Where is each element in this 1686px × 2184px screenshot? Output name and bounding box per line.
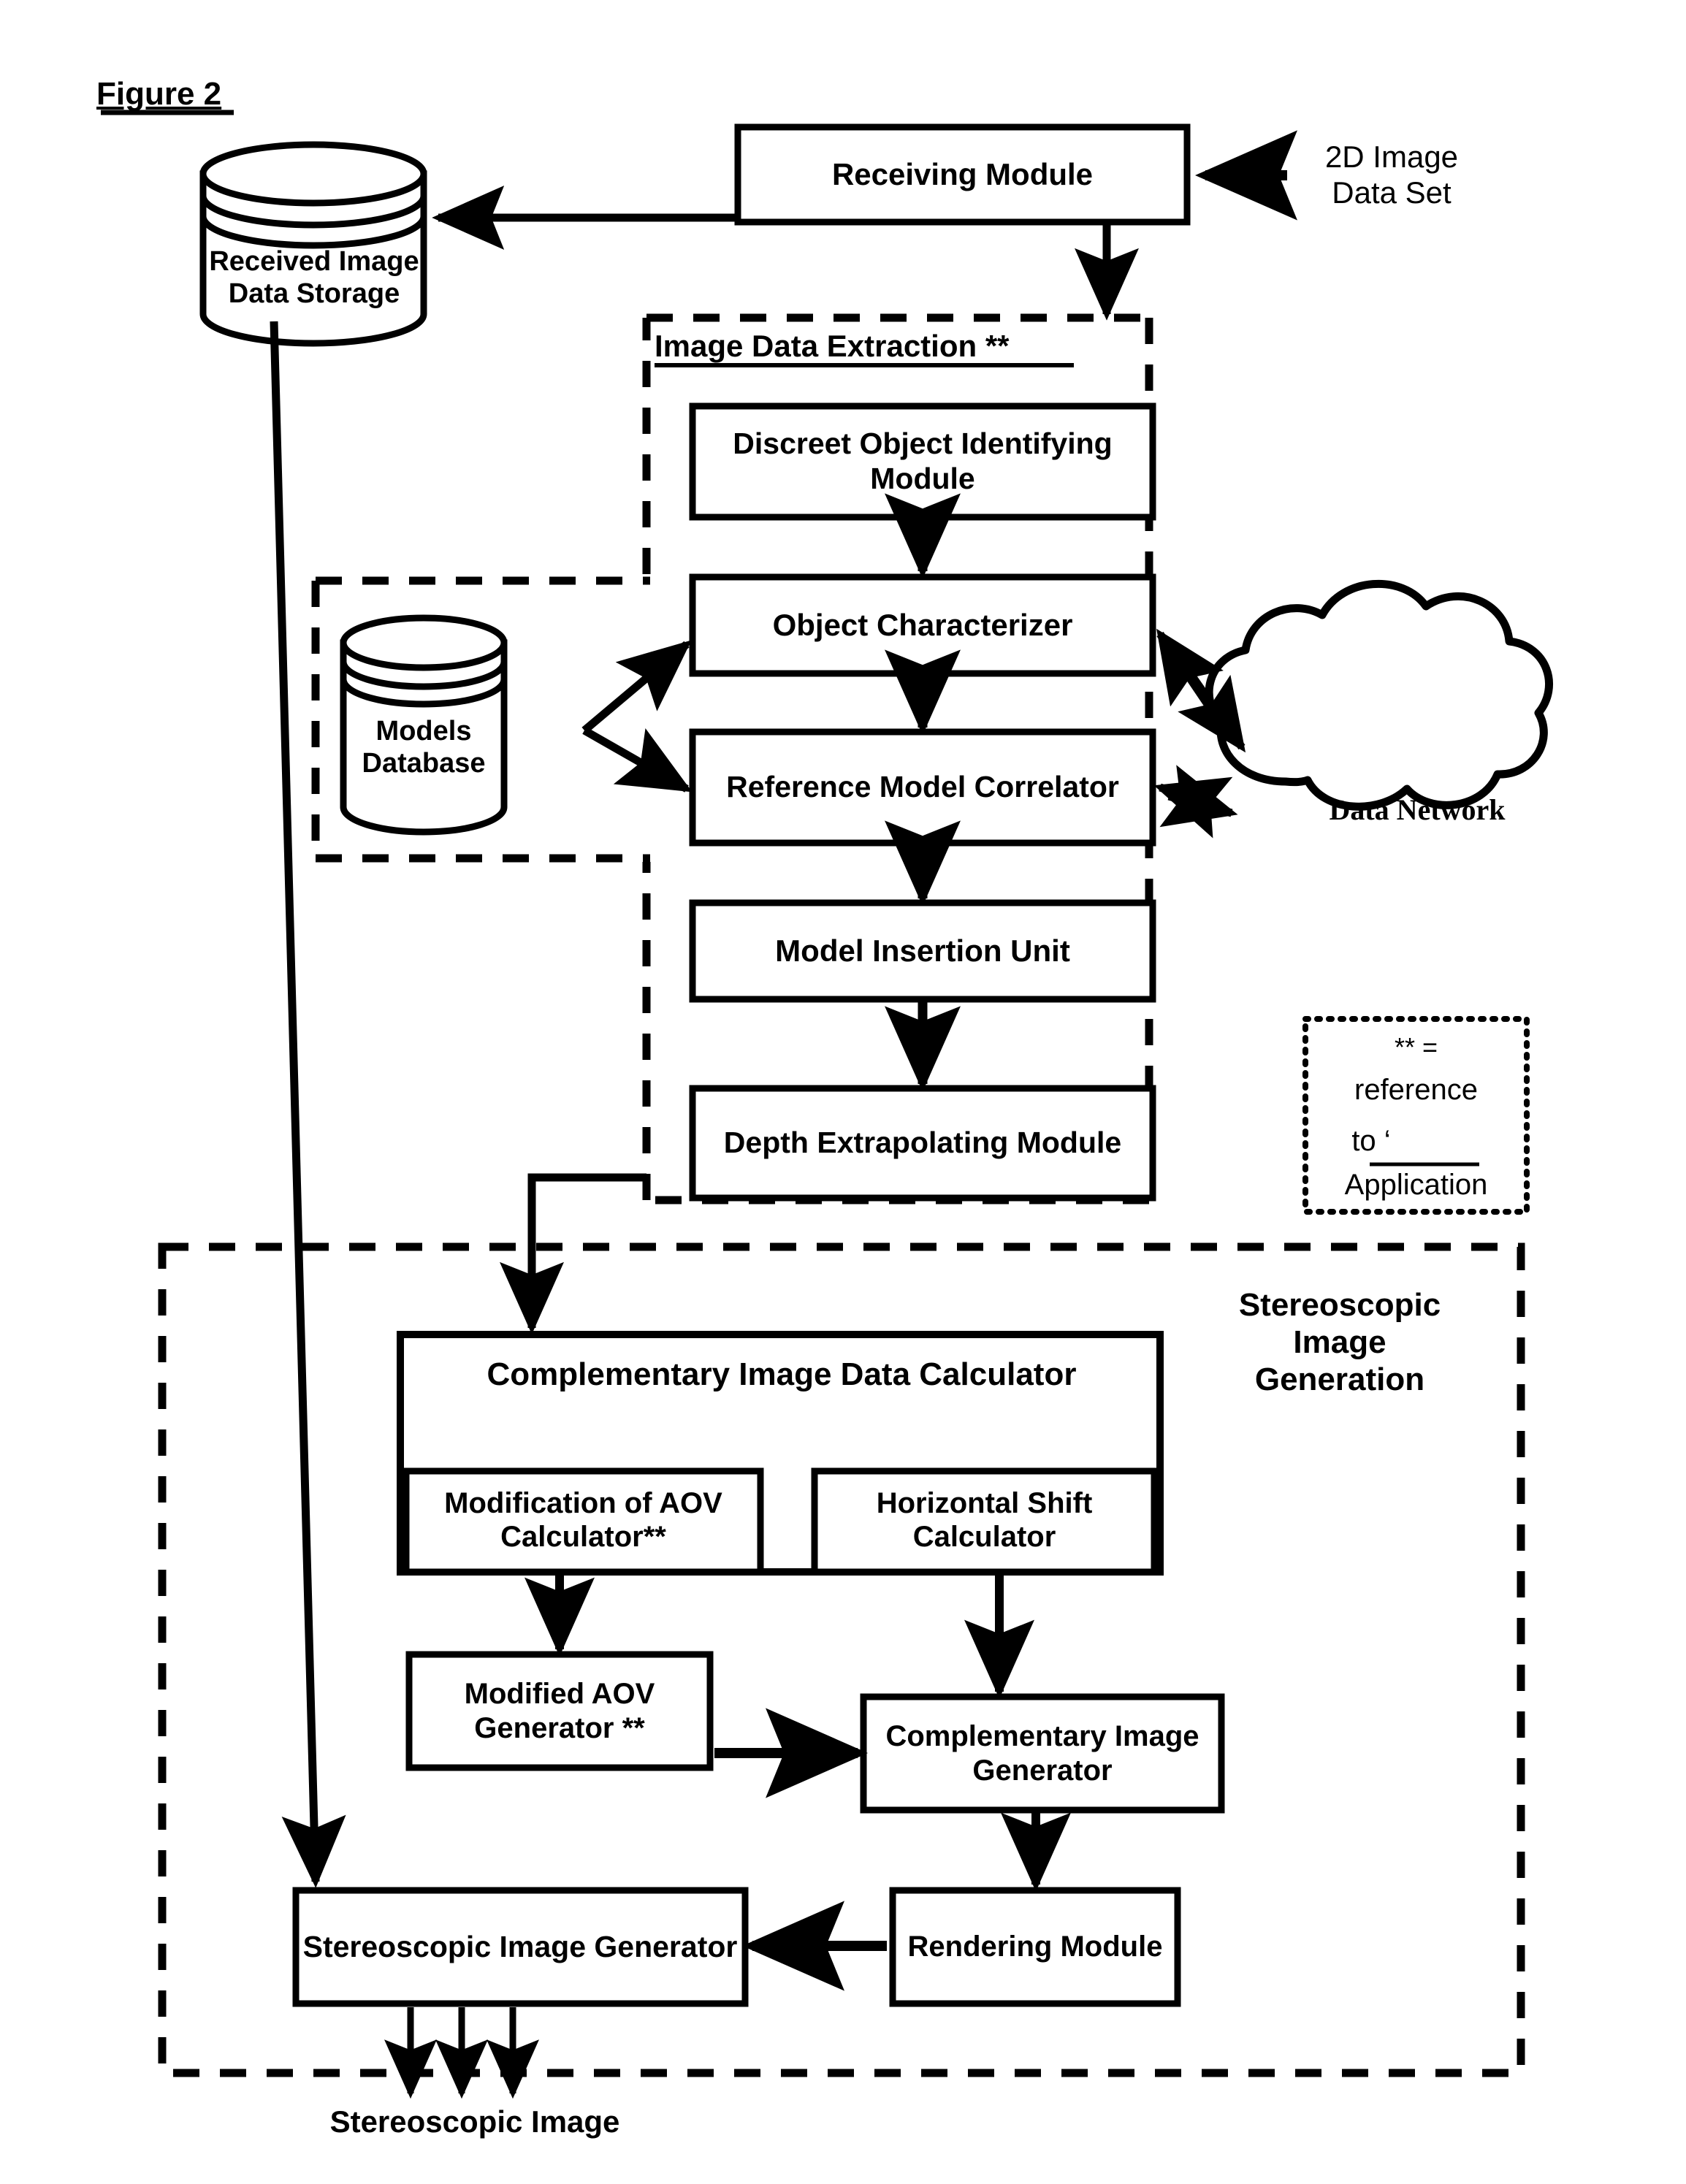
legend-line-4: Application — [1344, 1168, 1488, 1201]
arrow-models-to-characterizer — [581, 640, 692, 734]
data-network-label: Data Network — [1329, 793, 1506, 826]
arrow-extraction-to-calculator — [500, 1173, 646, 1335]
arrow-models-to-correlator — [582, 727, 693, 793]
legend-line-1: ** = — [1394, 1032, 1438, 1063]
object-characterizer-label: Object Characterizer — [772, 607, 1073, 642]
modification-of-aov-calculator-label: Modification of AOV Calculator** — [444, 1486, 722, 1553]
received-image-data-storage-label: Received Image Data Storage — [209, 245, 419, 309]
stereoscopic-image-output-label: Stereoscopic Image — [329, 2104, 620, 2139]
legend-line-3: to ‘ — [1351, 1124, 1391, 1157]
image-data-extraction-group-label: Image Data Extraction ** — [655, 328, 1010, 363]
legend-line-2: reference — [1354, 1073, 1478, 1106]
modified-aov-generator-label: Modified AOV Generator ** — [464, 1678, 655, 1744]
depth-extrapolating-module-label: Depth Extrapolating Module — [723, 1126, 1122, 1160]
complementary-image-data-calculator-label: Complementary Image Data Calculator — [487, 1356, 1077, 1393]
reference-model-correlator-label: Reference Model Correlator — [726, 770, 1119, 804]
discreet-object-identifying-module-label: Discreet Object Identifying Module — [733, 427, 1113, 495]
figure-title: Figure 2 — [96, 76, 222, 112]
data-network-cloud — [1205, 579, 1553, 811]
complementary-image-generator-label: Complementary Image Generator — [885, 1720, 1199, 1787]
models-database-label: Models Database — [362, 715, 486, 779]
source-label: 2D Image Data Set — [1324, 140, 1459, 210]
arrow-storage-to-stereo-generator — [270, 321, 346, 1888]
figure-canvas: Figure 2 Received Image Data Storage Mod… — [0, 0, 1686, 2184]
receiving-module-label: Receiving Module — [831, 156, 1094, 191]
stereoscopic-image-generation-group-label: Stereoscopic Image Generation — [1238, 1286, 1441, 1398]
horizontal-shift-calculator-label: Horizontal Shift Calculator — [876, 1486, 1093, 1553]
model-insertion-unit-label: Model Insertion Unit — [775, 933, 1070, 968]
rendering-module-label: Rendering Module — [907, 1931, 1163, 1963]
stereoscopic-image-generator-label: Stereoscopic Image Generator — [302, 1929, 738, 1963]
